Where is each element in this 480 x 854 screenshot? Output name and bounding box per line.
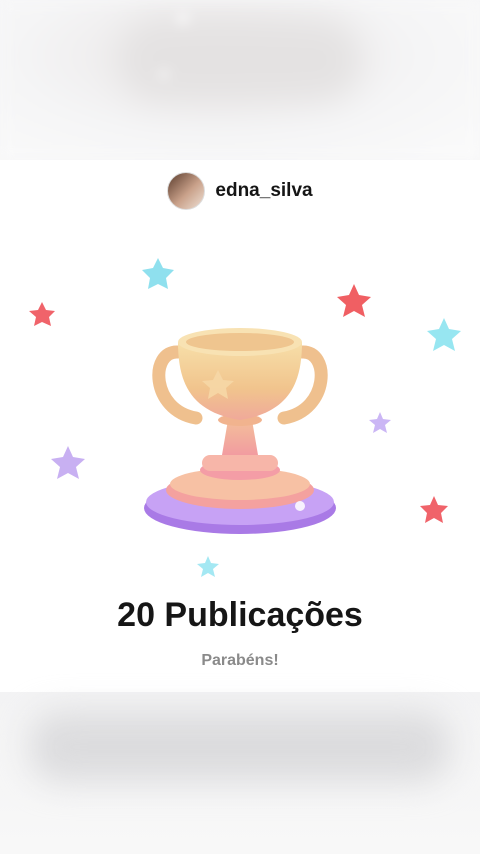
milestone-subtitle: Parabéns! <box>201 652 279 669</box>
star-icon <box>420 496 448 523</box>
star-icon <box>369 412 391 433</box>
light-dot <box>160 70 168 78</box>
star-icon <box>142 258 174 289</box>
profile-header[interactable]: edna_silva <box>0 172 480 210</box>
blurred-background-top <box>0 0 480 160</box>
star-icon <box>337 284 371 317</box>
star-icon <box>51 446 85 479</box>
star-icon <box>197 556 219 577</box>
blurred-background-bottom <box>0 692 480 854</box>
milestone-title: 20 Publicações <box>117 596 363 634</box>
trophy-illustration <box>29 258 461 577</box>
star-icon <box>29 302 55 326</box>
username[interactable]: edna_silva <box>215 180 312 202</box>
avatar[interactable] <box>167 172 206 210</box>
light-dot <box>178 14 188 24</box>
star-icon <box>427 318 461 351</box>
background-blur-smudge <box>30 712 450 782</box>
trophy-icon <box>144 328 336 534</box>
milestone-card: edna_silva 20 Publicações Parabéns! <box>0 160 480 692</box>
background-blur-smudge <box>120 20 360 100</box>
